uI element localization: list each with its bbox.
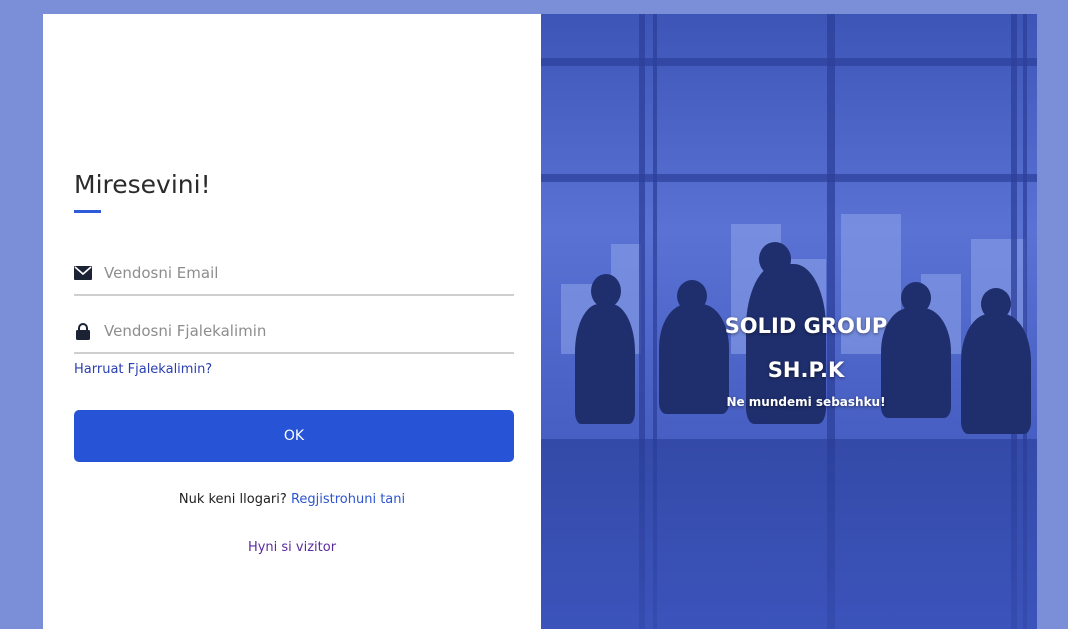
floor-reflection-image — [541, 439, 1037, 629]
visitor-login-link[interactable]: Hyni si vizitor — [248, 540, 336, 555]
register-link[interactable]: Regjistrohuni tani — [291, 492, 405, 507]
company-slogan: Ne mundemi sebashku! — [726, 395, 886, 409]
lock-icon — [74, 322, 92, 340]
register-line: Nuk keni llogari? Regjistrohuni tani — [43, 492, 541, 507]
login-card: Miresevini! Harruat Fjalekalimin? OK — [43, 14, 1037, 629]
password-field-row — [74, 310, 514, 354]
ok-button[interactable]: OK — [74, 410, 514, 462]
banner-panel: SOLID GROUP SH.P.K Ne mundemi sebashku! — [541, 14, 1037, 629]
meeting-people-image — [541, 242, 1037, 464]
visitor-line: Hyni si vizitor — [43, 540, 541, 555]
envelope-icon — [74, 264, 92, 282]
company-name-line2: SH.P.K — [767, 358, 845, 382]
forgot-password-link[interactable]: Harruat Fjalekalimin? — [74, 362, 212, 377]
login-panel: Miresevini! Harruat Fjalekalimin? OK — [43, 14, 541, 629]
no-account-text: Nuk keni llogari? — [178, 492, 287, 507]
page-title: Miresevini! — [74, 170, 211, 199]
email-input[interactable] — [104, 264, 514, 282]
title-underline — [74, 210, 101, 213]
email-field-row — [74, 252, 514, 296]
password-input[interactable] — [104, 322, 514, 340]
company-name-line1: SOLID GROUP — [724, 314, 888, 338]
